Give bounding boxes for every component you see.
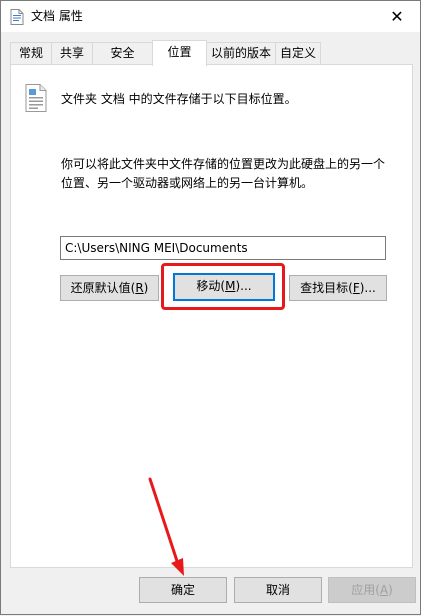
find-accel-key: F <box>352 281 360 295</box>
tab-sharing[interactable]: 共享 <box>51 42 93 64</box>
location-panel <box>10 64 413 568</box>
apply-tail: ) <box>388 583 393 597</box>
info-line-1: 你可以将此文件夹中文件存储的位置更改为此硬盘上的另一个 <box>61 157 386 171</box>
tab-previous-versions[interactable]: 以前的版本 <box>206 42 276 64</box>
window-title: 文档 属性 <box>31 9 83 23</box>
location-info: 你可以将此文件夹中文件存储的位置更改为此硬盘上的另一个 位置、另一个驱动器或网络… <box>61 155 401 193</box>
close-icon: ✕ <box>390 7 404 26</box>
ok-button[interactable]: 确定 <box>139 577 227 603</box>
document-icon <box>10 9 24 25</box>
find-target-button[interactable]: 查找目标(F)... <box>289 275 387 301</box>
folder-document-icon <box>25 84 47 112</box>
tab-location[interactable]: 位置 <box>152 40 207 66</box>
apply-button[interactable]: 应用(A) <box>328 577 416 603</box>
apply-accel-key: A <box>379 583 389 597</box>
properties-window: 文档 属性 ✕ 常规 共享 安全 位置 以前的版本 自定义 文件夹 文档 中的文… <box>0 0 421 615</box>
title-bar[interactable]: 文档 属性 ✕ <box>1 1 420 32</box>
tab-general[interactable]: 常规 <box>10 42 52 64</box>
find-label: 查找目标( <box>300 281 353 295</box>
tab-security[interactable]: 安全 <box>92 42 153 64</box>
apply-label: 应用( <box>351 583 380 597</box>
target-path-input[interactable] <box>60 236 386 260</box>
location-description: 文件夹 文档 中的文件存储于以下目标位置。 <box>61 92 297 106</box>
close-button[interactable]: ✕ <box>374 1 420 32</box>
info-line-2: 位置、另一个驱动器或网络上的另一台计算机。 <box>61 176 314 190</box>
cancel-button[interactable]: 取消 <box>234 577 322 603</box>
move-label: 移动( <box>196 279 226 293</box>
restore-tail: ) <box>143 281 149 295</box>
find-tail: )... <box>359 281 376 295</box>
move-accel-key: M <box>225 279 236 293</box>
restore-accel-key: R <box>135 281 144 295</box>
move-button[interactable]: 移动(M)... <box>173 273 275 301</box>
restore-label: 还原默认值( <box>70 281 136 295</box>
tab-customize[interactable]: 自定义 <box>275 42 321 64</box>
move-tail: )... <box>235 279 252 293</box>
restore-default-button[interactable]: 还原默认值(R) <box>60 275 159 301</box>
